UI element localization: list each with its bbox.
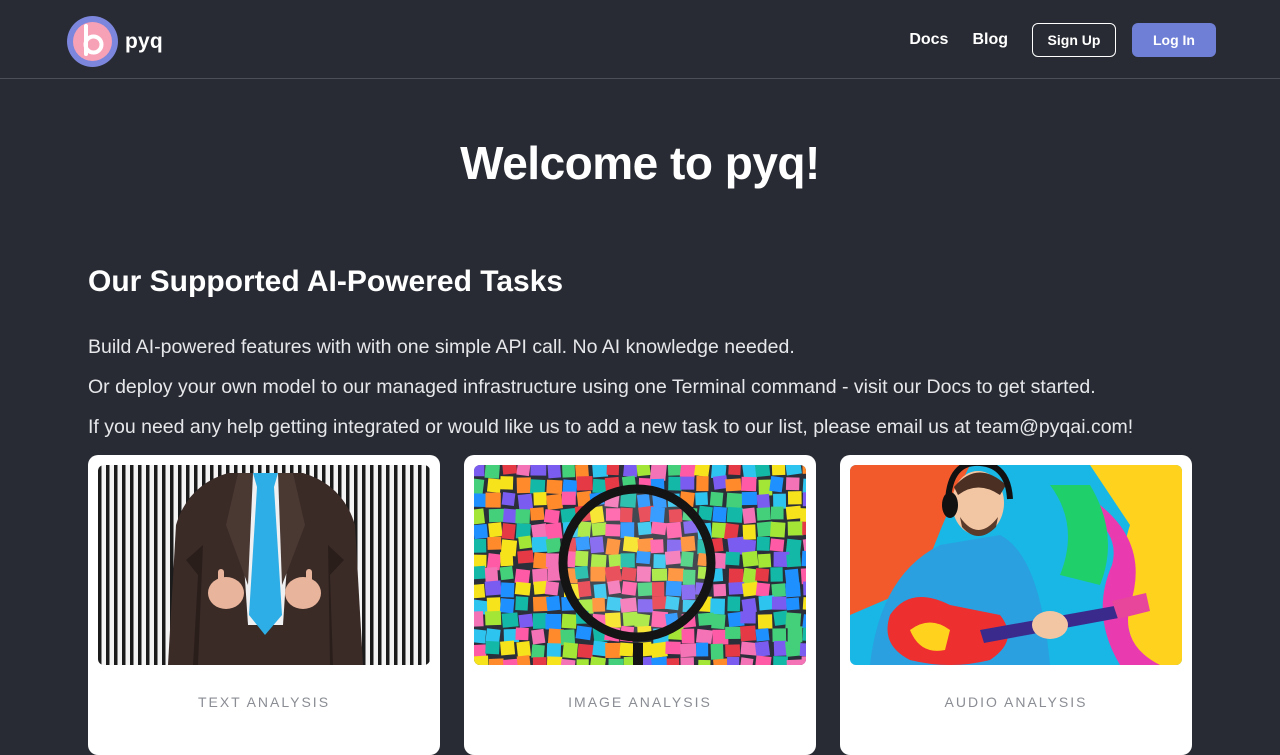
- description-line-3: If you need any help getting integrated …: [88, 416, 1134, 438]
- card-label: AUDIO ANALYSIS: [944, 694, 1088, 710]
- brand-home-link[interactable]: pyq: [67, 16, 163, 67]
- pyq-logo-icon: [67, 16, 118, 67]
- description-line-1: Build AI-powered features with with one …: [88, 336, 795, 358]
- sign-up-button[interactable]: Sign Up: [1032, 23, 1116, 57]
- man-with-headphones-playing-guitar-image: [850, 465, 1182, 665]
- page-title: Welcome to pyq!: [460, 137, 820, 189]
- log-in-button[interactable]: Log In: [1132, 23, 1216, 57]
- task-card-audio-analysis[interactable]: AUDIO ANALYSIS: [840, 455, 1192, 755]
- man-in-suit-with-tie-image: [98, 465, 430, 665]
- brand-name: pyq: [125, 29, 163, 53]
- nav-docs-link[interactable]: Docs: [909, 31, 948, 49]
- magnifying-glass-over-colorful-squares-image: [474, 465, 806, 665]
- section-title: Our Supported AI-Powered Tasks: [88, 265, 564, 298]
- nav-blog-link[interactable]: Blog: [972, 31, 1008, 49]
- card-label: TEXT ANALYSIS: [197, 694, 331, 710]
- card-label: IMAGE ANALYSIS: [568, 694, 712, 710]
- top-navigation-bar: pyq Docs Blog Sign Up Log In: [0, 0, 1280, 79]
- task-card-image-analysis[interactable]: IMAGE ANALYSIS: [464, 455, 816, 755]
- task-card-text-analysis[interactable]: TEXT ANALYSIS: [88, 455, 440, 755]
- main-nav: Docs Blog Sign Up Log In: [909, 23, 1216, 57]
- description-line-2: Or deploy your own model to our managed …: [88, 376, 1096, 398]
